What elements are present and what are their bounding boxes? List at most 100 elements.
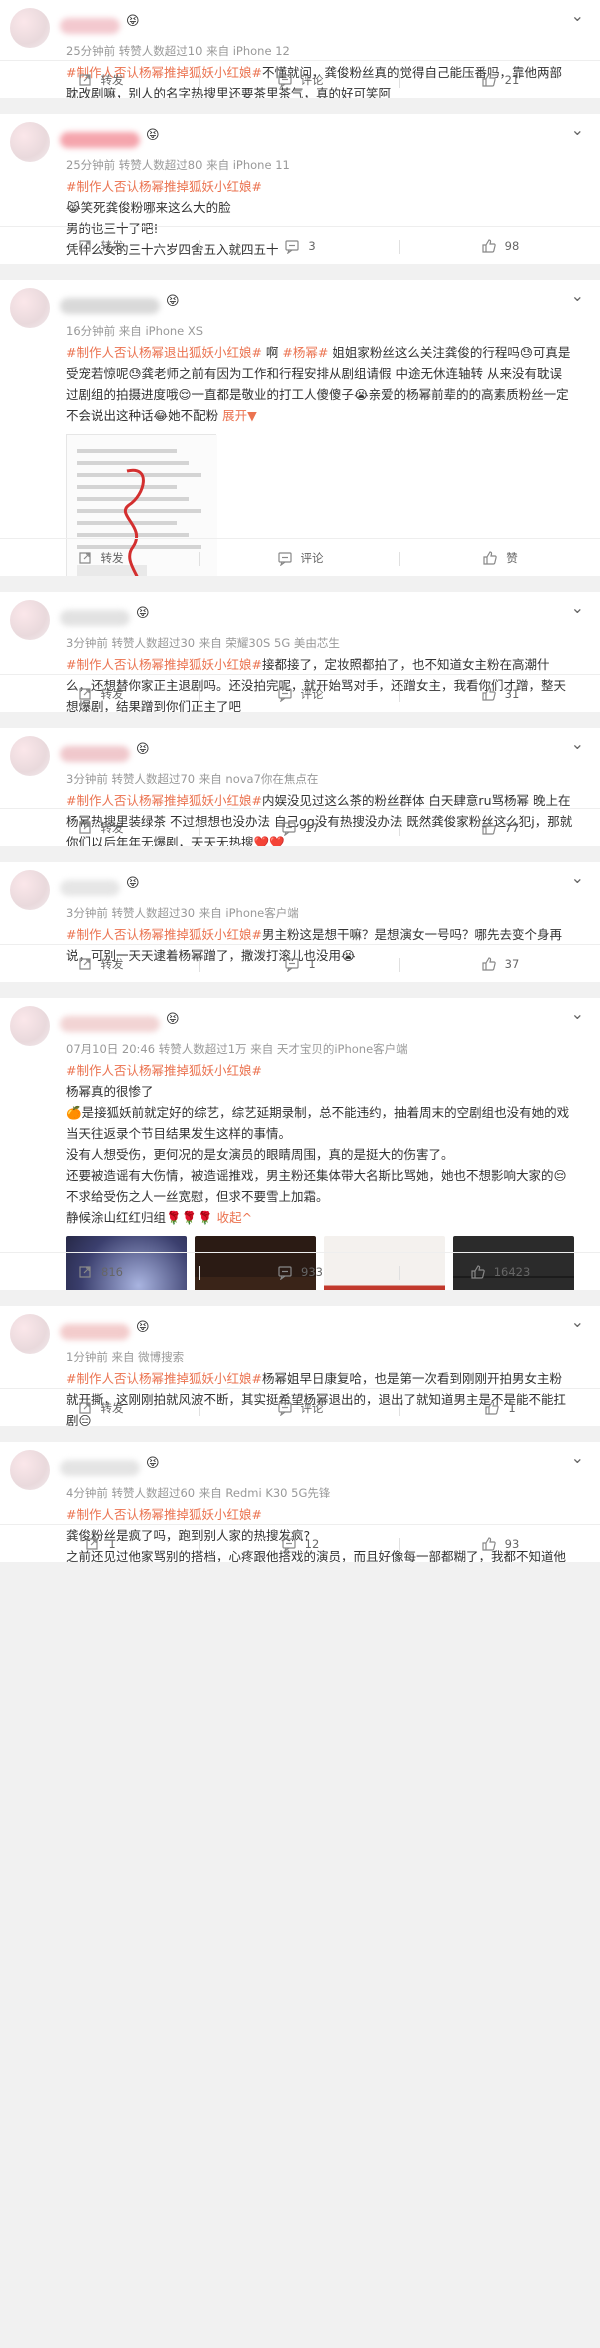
post-meta: 1分钟前 来自 微博搜索 [66,1350,185,1364]
repost-count: 转发 [100,72,124,87]
topic-link[interactable]: #杨幂# [282,345,328,360]
like-button[interactable]: 93 [400,1536,600,1552]
comment-count: 1 [308,956,316,971]
action-bar: 转发 评论 21 [0,60,600,98]
comment-button[interactable]: 3 [200,238,400,255]
comment-card: 😝 ⌄ 16分钟前 来自 iPhone XS #制作人否认杨幂退出狐妖小红娘# … [0,280,600,576]
topic-link[interactable]: #制作人否认杨幂推掉狐妖小红娘# [66,1507,262,1522]
repost-count: 转发 [100,1400,124,1415]
post-meta: 07月10日 20:46 转赞人数超过1万 来自 天才宝贝的iPhone客户端 [66,1042,408,1056]
repost-icon [84,1536,100,1552]
topic-link[interactable]: #制作人否认杨幂推掉狐妖小红娘# [66,1371,262,1386]
comment-icon [277,1264,293,1281]
comment-card: 😝 ⌄ 1分钟前 来自 微博搜索 #制作人否认杨幂推掉狐妖小红娘#杨幂姐早日康复… [0,1306,600,1426]
comment-body: 07月10日 20:46 转赞人数超过1万 来自 天才宝贝的iPhone客户端 … [0,998,600,1290]
comment-button[interactable]: 933 [200,1264,400,1281]
like-button[interactable]: 77 [400,820,600,836]
thumb-up-icon [482,550,498,566]
post-text: 啊 [261,345,283,360]
repost-button[interactable]: 转发 [0,238,200,254]
comment-icon [277,1400,293,1417]
post-text: 杨幂真的很惨了 🍊是接狐妖前就定好的综艺，综艺延期录制，总不能违约，抽着周末的空… [66,1084,570,1225]
post-meta: 3分钟前 转赞人数超过30 来自 iPhone客户端 [66,906,299,920]
action-bar: 转发 3 98 [0,226,600,264]
post-meta: 25分钟前 转赞人数超过10 来自 iPhone 12 [66,44,290,58]
comment-count: 评论 [300,1400,324,1415]
repost-button[interactable]: 转发 [0,820,200,836]
like-count: 93 [504,1536,520,1551]
like-button[interactable]: 1 [400,1400,600,1416]
topic-link[interactable]: #制作人否认杨幂推掉狐妖小红娘# [66,927,262,942]
repost-button[interactable]: 1 [0,1536,200,1552]
comment-count: 12 [304,1536,320,1551]
repost-count: 转发 [100,550,124,565]
comment-count: 17 [304,820,320,835]
repost-button[interactable]: 转发 [0,956,200,972]
comment-card: 😝 ⌄ 3分钟前 转赞人数超过30 来自 荣耀30S 5G 美由芯生 #制作人否… [0,592,600,712]
topic-link[interactable]: #制作人否认杨幂推掉狐妖小红娘# [66,657,262,672]
post-content: #制作人否认杨幂推掉狐妖小红娘# 杨幂真的很惨了 🍊是接狐妖前就定好的综艺，综艺… [66,1060,574,1228]
repost-count: 转发 [100,686,124,701]
comment-icon [284,238,300,255]
action-bar: 转发 评论 赞 [0,538,600,576]
comment-button[interactable]: 评论 [200,72,400,89]
like-button[interactable]: 16423 [400,1264,600,1280]
post-content: #制作人否认杨幂退出狐妖小红娘# 啊 #杨幂# 姐姐家粉丝这么关注龚俊的行程吗😓… [66,342,574,426]
expand-link[interactable]: 展开▼ [222,408,257,423]
repost-button[interactable]: 转发 [0,72,200,88]
post-meta: 3分钟前 转赞人数超过70 来自 nova7你在焦点在 [66,772,319,786]
comment-button[interactable]: 评论 [200,550,400,567]
like-button[interactable]: 98 [400,238,600,254]
topic-link[interactable]: #制作人否认杨幂推掉狐妖小红娘# [66,179,262,194]
comment-button[interactable]: 评论 [200,686,400,703]
comment-button[interactable]: 1 [200,956,400,973]
comment-count: 评论 [300,550,324,565]
topic-link[interactable]: #制作人否认杨幂退出狐妖小红娘# [66,345,262,360]
thumb-up-icon [484,1400,500,1416]
comment-icon [277,550,293,567]
repost-icon [77,686,93,702]
repost-count: 转发 [100,238,124,253]
repost-icon [77,72,93,88]
thumb-up-icon [481,72,497,88]
repost-icon [77,1400,93,1416]
repost-icon [77,820,93,836]
thumb-up-icon [470,1264,486,1280]
comment-card: 😝 ⌄ 25分钟前 转赞人数超过80 来自 iPhone 11 #制作人否认杨幂… [0,114,600,264]
comment-button[interactable]: 12 [200,1536,400,1553]
repost-count: 转发 [100,956,124,971]
repost-button[interactable]: 转发 [0,686,200,702]
action-bar: 转发 17 77 [0,808,600,846]
action-bar: 转发 评论 31 [0,674,600,712]
like-button[interactable]: 37 [400,956,600,972]
post-meta: 4分钟前 转赞人数超过60 来自 Redmi K30 5G先锋 [66,1486,331,1500]
comment-icon [277,686,293,703]
comment-count: 933 [301,1264,323,1279]
repost-button[interactable]: 转发 [0,550,200,566]
repost-button[interactable]: 816 [0,1264,200,1280]
comment-button[interactable]: 17 [200,820,400,837]
comment-icon [281,1536,297,1553]
like-count: 98 [504,238,520,253]
repost-icon [77,238,93,254]
like-count: 21 [504,72,520,87]
like-button[interactable]: 赞 [400,550,600,566]
comment-icon [284,956,300,973]
repost-count: 1 [108,1536,116,1551]
comment-count: 3 [308,238,316,253]
thumb-up-icon [481,820,497,836]
repost-icon [77,550,93,566]
comment-card: 😝 ⌄ 4分钟前 转赞人数超过60 来自 Redmi K30 5G先锋 #制作人… [0,1442,600,1562]
topic-link[interactable]: #制作人否认杨幂推掉狐妖小红娘# [66,1063,262,1078]
like-count: 77 [504,820,520,835]
like-button[interactable]: 31 [400,686,600,702]
thumb-up-icon [481,1536,497,1552]
thumb-up-icon [481,238,497,254]
collapse-link[interactable]: 收起^ [217,1210,252,1225]
action-bar: 转发 1 37 [0,944,600,982]
like-count: 37 [504,956,520,971]
repost-button[interactable]: 转发 [0,1400,200,1416]
topic-link[interactable]: #制作人否认杨幂推掉狐妖小红娘# [66,793,262,808]
comment-button[interactable]: 评论 [200,1400,400,1417]
like-button[interactable]: 21 [400,72,600,88]
